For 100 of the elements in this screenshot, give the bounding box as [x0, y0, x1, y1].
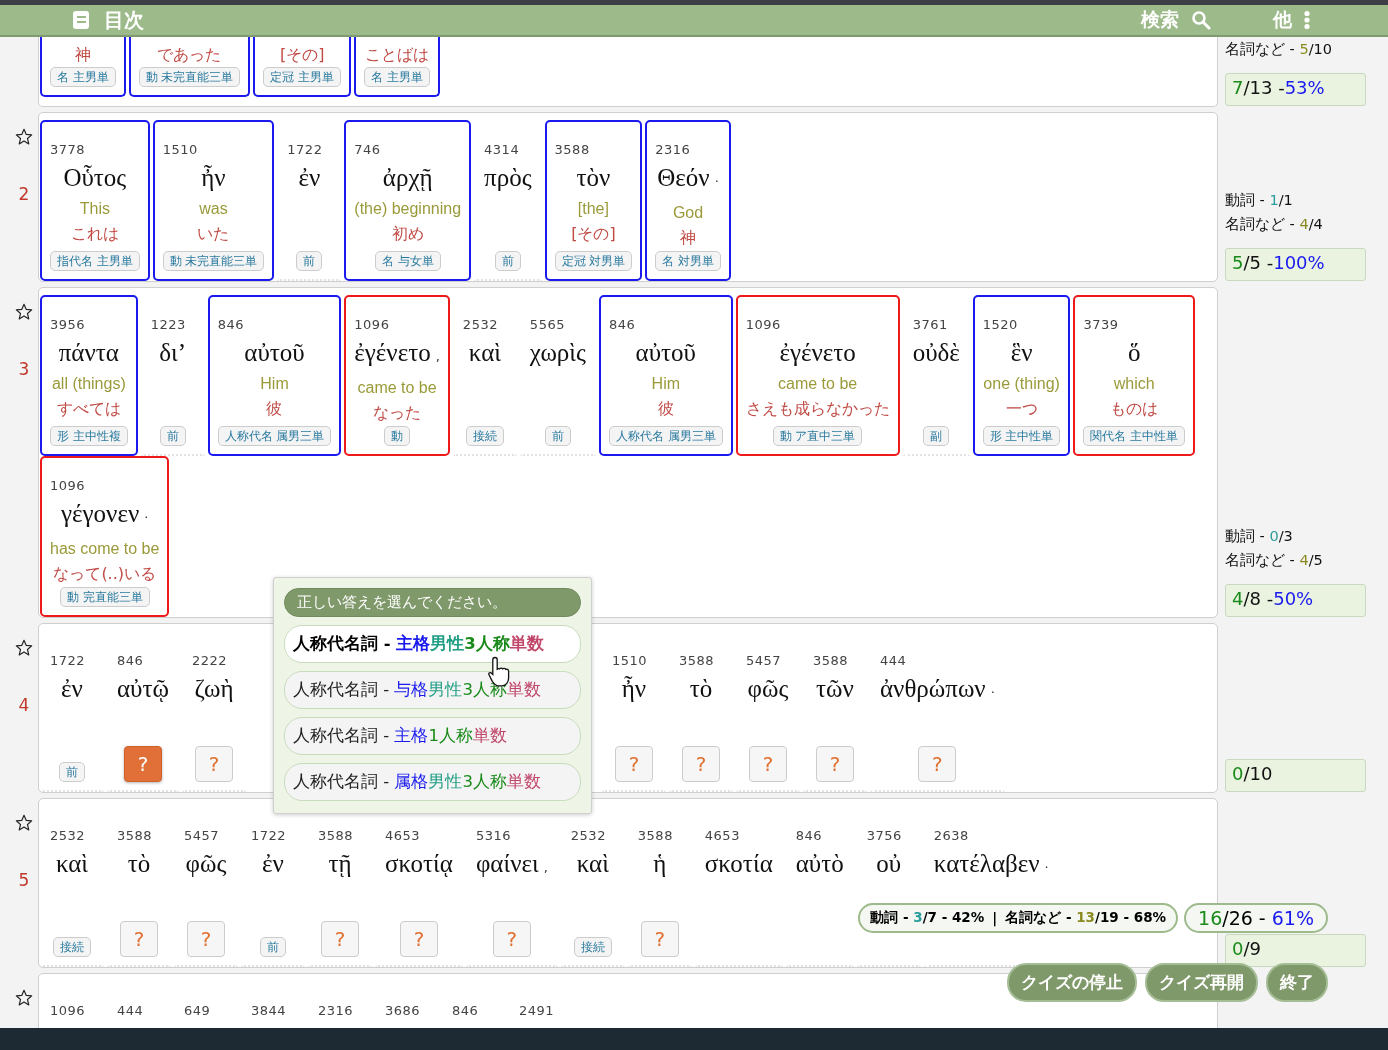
english-gloss: all (things): [51, 374, 126, 394]
greek-word: οὐδὲ: [912, 338, 960, 368]
quiz-button[interactable]: ?: [640, 921, 679, 957]
japanese-gloss: であった: [157, 44, 222, 66]
strong-number: 2316: [655, 141, 691, 159]
japanese-gloss: これは: [70, 223, 119, 245]
word-card[interactable]: 1510 ἦν was いた 動 未完直能三単: [152, 120, 275, 281]
english-gloss: Him: [260, 374, 289, 394]
strong-number: 2316: [318, 1002, 354, 1020]
grammar-tag: 接続: [573, 937, 612, 957]
quiz-button[interactable]: ?: [749, 746, 787, 782]
strong-number: 3844: [251, 1002, 287, 1020]
strong-number: 3588: [679, 652, 715, 670]
quiz-button[interactable]: ?: [124, 746, 162, 782]
word-card[interactable]: 1096 ἐγένετο came to be さえも成らなかった 動 ア直中三単: [735, 295, 900, 456]
english-gloss: [the]: [577, 199, 609, 219]
score-box: 0/9: [1225, 934, 1366, 967]
quiz-button[interactable]: ?: [195, 746, 233, 782]
star-icon[interactable]: [15, 303, 33, 321]
greek-word: χωρὶς: [529, 338, 586, 368]
greek-word: κατέλαβεν: [933, 849, 1040, 879]
quiz-button[interactable]: ?: [682, 746, 720, 782]
grammar-tag: 前: [494, 251, 521, 271]
strong-number: 1510: [612, 652, 648, 670]
greek-word: Οὗτος: [63, 163, 127, 193]
english-gloss: This: [79, 199, 110, 219]
strong-number: 4314: [484, 141, 520, 159]
star-icon[interactable]: [15, 128, 33, 146]
greek-word: ἦν: [621, 674, 647, 704]
english-gloss: (the) beginning: [354, 199, 462, 219]
punctuation-mark: ·: [990, 684, 995, 702]
word-card[interactable]: 3739 ὅ which ものは 関代名 主中性単: [1073, 295, 1196, 456]
star-icon[interactable]: [15, 639, 33, 657]
answer-option[interactable]: 人称代名詞 - 主格男性3人称単数: [284, 625, 581, 663]
strong-number: 1722: [251, 827, 287, 845]
word-card[interactable]: 3588 τὸν [the] [その] 定冠 対男単: [544, 120, 643, 281]
quiz-button[interactable]: ?: [120, 921, 158, 957]
quiz-button[interactable]: ?: [321, 921, 359, 957]
strong-number: 3761: [912, 316, 948, 334]
greek-word: τῶν: [816, 674, 854, 704]
strong-number: 2532: [570, 827, 606, 845]
greek-word: οὐ: [876, 849, 902, 879]
answer-option[interactable]: 人称代名詞 - 主格1人称単数: [284, 717, 581, 755]
strong-number: 2491: [519, 1002, 555, 1020]
word-card[interactable]: 1096 ἐγένετο , came to be なった 動: [344, 295, 450, 456]
japanese-gloss: いた: [197, 223, 230, 245]
english-gloss: came to be: [778, 374, 858, 394]
quiz-button[interactable]: ?: [615, 746, 653, 782]
word-card[interactable]: 746 ἀρχῇ (the) beginning 初め 名 与女単: [344, 120, 472, 281]
quiz-control-button[interactable]: クイズ再開: [1145, 963, 1258, 1002]
word-card[interactable]: 3778 Οὗτος This これは 指代名 主男単: [40, 120, 150, 281]
grammar-tag: 名 与女単: [374, 251, 441, 271]
strong-number: 4653: [704, 827, 740, 845]
quiz-button[interactable]: ?: [918, 746, 957, 782]
strong-number: 2532: [50, 827, 86, 845]
quiz-button[interactable]: ?: [187, 921, 225, 957]
punctuation-mark: ,: [435, 348, 440, 366]
word-card[interactable]: 1520 ἓν one (thing) 一つ 形 主中性単: [972, 295, 1071, 456]
strong-number: 3956: [50, 316, 86, 334]
quiz-button[interactable]: ?: [399, 921, 438, 957]
quiz-button[interactable]: ?: [816, 746, 854, 782]
word-card[interactable]: 846 αὐτοῦ Him 彼 人称代名 属男三単: [207, 295, 342, 456]
grammar-tag: 人称代名 属男三単: [217, 426, 332, 446]
japanese-gloss: ものは: [1110, 398, 1159, 420]
grammar-tag: 形 主中性単: [982, 426, 1061, 446]
quiz-control-button[interactable]: 終了: [1266, 963, 1328, 1002]
strong-number: 5457: [746, 652, 782, 670]
japanese-gloss: 彼: [657, 398, 674, 420]
quiz-control-button[interactable]: クイズの停止: [1007, 963, 1137, 1002]
grammar-tag: 前: [260, 937, 286, 957]
word-card[interactable]: 846 αὐτοῦ Him 彼 人称代名 属男三単: [598, 295, 733, 456]
stat-line: 動詞 - 1/1: [1225, 191, 1294, 210]
strong-number: 444: [117, 1002, 144, 1020]
english-gloss: has come to be: [50, 539, 160, 559]
grammar-tag: 前: [544, 426, 571, 446]
english-gloss: one (thing): [983, 374, 1060, 394]
strong-number: 1096: [745, 316, 781, 334]
quiz-button[interactable]: ?: [492, 921, 531, 957]
strong-number: 1096: [354, 316, 390, 334]
star-icon[interactable]: [15, 989, 33, 1007]
grammar-tag: 定冠 主男単: [263, 67, 341, 87]
grammar-tag: 人称代名 属男三単: [608, 426, 723, 446]
english-gloss: Him: [651, 374, 680, 394]
word-card[interactable]: 1096 γέγονεν · has come to be なって(..)いる 動 完直能三単: [40, 456, 170, 617]
answer-option[interactable]: 人称代名詞 - 属格男性3人称単数: [284, 763, 581, 801]
summary-stat: 動詞 - 3/7 - 42%: [870, 909, 985, 927]
strong-number: 3588: [637, 827, 673, 845]
star-icon[interactable]: [15, 814, 33, 832]
strong-number: 2532: [462, 316, 498, 334]
grammar-tag: 前: [296, 251, 323, 271]
punctuation-mark: ·: [144, 509, 149, 527]
strong-number: 444: [880, 652, 907, 670]
word-card[interactable]: 2316 Θεόν · God 神 名 対男単: [645, 120, 731, 281]
strong-number: 5457: [184, 827, 220, 845]
word-card[interactable]: 3956 πάντα all (things) すべては 形 主中性複: [40, 295, 138, 456]
english-gloss: was: [199, 199, 228, 219]
greek-word: τὸ: [127, 849, 151, 879]
strong-number: 1722: [287, 141, 323, 159]
stat-line: 名詞など - 5/10: [1225, 40, 1334, 59]
grammar-tag: 動 未完直能三単: [138, 67, 241, 87]
